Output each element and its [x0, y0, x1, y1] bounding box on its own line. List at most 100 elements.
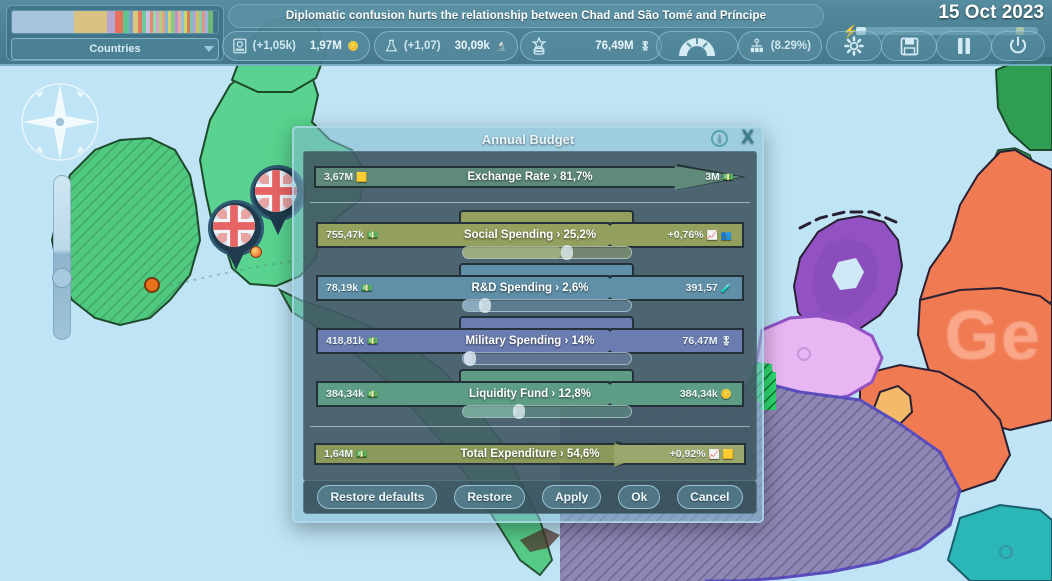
- budget-row-liquidity-fund[interactable]: 384,34k 💵 Liquidity Fund › 12,8% 384,34k…: [304, 369, 756, 421]
- rd-spending-slider[interactable]: [462, 299, 632, 312]
- country-selector-dropdown[interactable]: Countries: [11, 38, 219, 60]
- resource-chip-population[interactable]: (+1,05k) 1,97M 🪙: [222, 31, 370, 61]
- rd-spending-slider-handle[interactable]: [479, 298, 491, 313]
- resource-chip-military[interactable]: 76,49M 🎖: [520, 31, 662, 61]
- social-spending-slider-handle[interactable]: [561, 245, 573, 260]
- close-icon[interactable]: X: [741, 127, 754, 149]
- industry-delta: (8.29%): [771, 40, 811, 52]
- gear-icon: [844, 36, 864, 56]
- apply-button[interactable]: Apply: [542, 485, 601, 509]
- value-text: 76,47M: [683, 335, 718, 347]
- exchange-rate-right-value: 3M 💵: [705, 164, 734, 190]
- map-zoom-slider[interactable]: [53, 175, 71, 340]
- restore-button[interactable]: Restore: [454, 485, 525, 509]
- money-icon: 💵: [723, 173, 734, 182]
- game-screen: Ge: [0, 0, 1052, 581]
- budget-row-rd-spending[interactable]: 78,19k 💵 R&D Spending › 2,6% 391,57 🧪: [304, 263, 756, 315]
- population-value: 1,97M: [310, 40, 342, 52]
- map-watermark: Ge: [945, 295, 1042, 375]
- liquidity-fund-right-value: 384,34k 🪙: [680, 381, 732, 407]
- military-value: 76,49M: [595, 40, 633, 52]
- social-spending-slider[interactable]: [462, 246, 632, 259]
- research-flask-icon: [385, 37, 398, 55]
- slider-track: [462, 352, 632, 365]
- value-text: +0,76%: [668, 229, 704, 241]
- news-ticker-text: Diplomatic confusion hurts the relations…: [286, 10, 766, 22]
- military-spending-bar: 418,81k 💵 Military Spending › 14% 76,47M…: [316, 328, 744, 354]
- happiness-gauge-icon: [677, 35, 717, 57]
- power-icon: [1008, 36, 1028, 56]
- pin-tail: [266, 209, 290, 235]
- info-icon[interactable]: i: [711, 130, 728, 147]
- rd-spending-right-value: 391,57 🧪: [686, 275, 732, 301]
- page-title: Annual Budget: [482, 132, 574, 147]
- dialog-title-bar: Annual Budget i X: [294, 128, 762, 150]
- slider-progress: [463, 406, 517, 417]
- gold-bars-icon: 🟨: [723, 450, 734, 459]
- pause-button[interactable]: [936, 31, 992, 61]
- social-spending-bar: 755,47k 💵 Social Spending › 25,2% +0,76%…: [316, 222, 744, 248]
- uk-flag-icon: [213, 205, 255, 247]
- country-selector-label: Countries: [89, 43, 140, 55]
- total-expenditure-right-value: +0,92% 📈 🟨: [670, 441, 734, 467]
- trend-up-icon: 📈: [707, 231, 718, 240]
- exchange-rate-label: Exchange Rate › 81,7%: [314, 164, 746, 190]
- value-text: 391,57: [686, 282, 718, 294]
- ok-button[interactable]: Ok: [618, 485, 660, 509]
- resource-chip-research[interactable]: (+1,07) 30,09k 🔬: [374, 31, 518, 61]
- floppy-disk-icon: [900, 37, 919, 56]
- research-value: 30,09k: [455, 40, 490, 52]
- budget-row-military-spending[interactable]: 418,81k 💵 Military Spending › 14% 76,47M…: [304, 316, 756, 368]
- slider-progress: [463, 247, 562, 258]
- resource-chip-industry[interactable]: (8.29%): [738, 31, 822, 61]
- population-icon: [233, 37, 247, 55]
- map-pin-united-kingdom-2[interactable]: [208, 200, 264, 270]
- compass-rose-icon[interactable]: [18, 80, 102, 164]
- top-hud-bar: Countries Diplomatic confusion hurts the…: [0, 0, 1052, 66]
- industry-icon: [749, 37, 765, 55]
- liquidity-fund-bar: 384,34k 💵 Liquidity Fund › 12,8% 384,34k…: [316, 381, 744, 407]
- population-delta: (+1,05k): [253, 40, 296, 52]
- military-spending-slider[interactable]: [462, 352, 632, 365]
- value-text: 384,34k: [680, 388, 718, 400]
- restore-defaults-button[interactable]: Restore defaults: [317, 485, 437, 509]
- soldier-icon: 🎖: [721, 337, 732, 346]
- research-delta: (+1,07): [404, 40, 441, 52]
- budget-body: 3,67M 🟨 Exchange Rate › 81,7% 3M 💵: [303, 151, 757, 481]
- cancel-button[interactable]: Cancel: [677, 485, 742, 509]
- pin-tail: [224, 244, 248, 270]
- power-button[interactable]: [991, 31, 1045, 61]
- annual-budget-dialog: Annual Budget i X 3,67M 🟨 Exchange Rate …: [292, 126, 764, 523]
- soldier-icon: 🎖: [640, 42, 651, 51]
- flask-icon: 🧪: [721, 284, 732, 293]
- rd-spending-label: R&D Spending › 2,6%: [316, 275, 744, 301]
- game-date: 15 Oct 2023: [938, 2, 1044, 24]
- value-text: 3M: [705, 171, 720, 183]
- divider-bottom: [310, 426, 750, 427]
- gold-coins-icon: 🪙: [348, 42, 359, 51]
- budget-row-social-spending[interactable]: 755,47k 💵 Social Spending › 25,2% +0,76%…: [304, 210, 756, 262]
- gold-coins-icon: 🪙: [721, 390, 732, 399]
- happiness-gauge-button[interactable]: [656, 31, 738, 61]
- military-rank-icon: [531, 37, 547, 55]
- military-spending-right-value: 76,47M 🎖: [683, 328, 732, 354]
- map-zoom-slider-handle[interactable]: [52, 268, 72, 288]
- save-button[interactable]: [881, 31, 937, 61]
- military-spending-slider-handle[interactable]: [464, 351, 476, 366]
- rd-spending-bar: 78,19k 💵 R&D Spending › 2,6% 391,57 🧪: [316, 275, 744, 301]
- chevron-down-icon: [204, 46, 214, 52]
- liquidity-fund-slider-handle[interactable]: [513, 404, 525, 419]
- dialog-footer: Restore defaults Restore Apply Ok Cancel: [303, 480, 757, 514]
- news-ticker[interactable]: Diplomatic confusion hurts the relations…: [228, 4, 824, 28]
- settings-button[interactable]: [826, 31, 882, 61]
- country-panel: Countries: [6, 5, 224, 61]
- country-stripes-bar[interactable]: [11, 10, 219, 34]
- military-spending-label: Military Spending › 14%: [316, 328, 744, 354]
- value-text: +0,92%: [670, 448, 706, 460]
- people-icon: 👥: [721, 231, 732, 240]
- budget-row-exchange-rate[interactable]: 3,67M 🟨 Exchange Rate › 81,7% 3M 💵: [314, 164, 746, 190]
- budget-row-total-expenditure[interactable]: 1,64M 💵 Total Expenditure › 54,6% +0,92%…: [314, 441, 746, 467]
- pause-icon: [956, 37, 972, 55]
- liquidity-fund-slider[interactable]: [462, 405, 632, 418]
- social-spending-right-value: +0,76% 📈 👥: [668, 222, 732, 248]
